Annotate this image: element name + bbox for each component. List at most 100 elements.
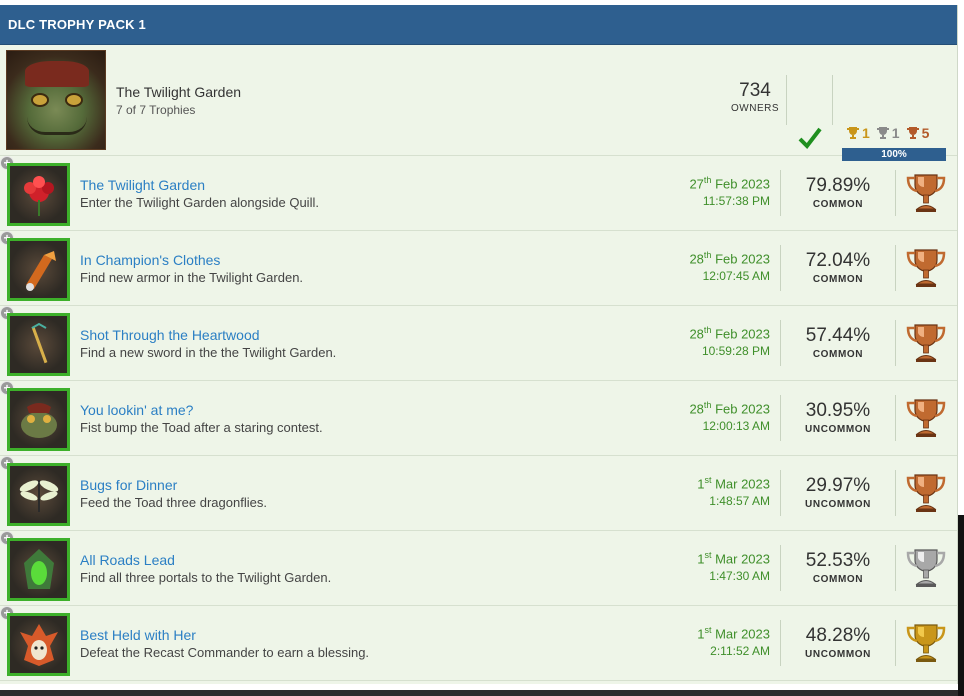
trophy-description: Find a new sword in the the Twilight Gar…: [80, 345, 337, 360]
earned-day-suffix: th: [703, 175, 712, 185]
rarity-percent: 57.44%: [805, 325, 871, 346]
earned-time: 10:59:28 PM: [701, 344, 770, 359]
earned-date: 1st Mar 2023 2:11:52 AM: [697, 625, 770, 658]
trophy-group-summary: The Twilight Garden 7 of 7 Trophies 734 …: [0, 45, 957, 161]
earned-time: 1:47:30 AM: [709, 569, 770, 584]
earned-month-year: Mar 2023: [715, 476, 770, 492]
earned-day-suffix: th: [703, 250, 712, 260]
trophy-rarity: 30.95% UNCOMMON: [796, 400, 880, 435]
rarity-percent: 72.04%: [805, 250, 871, 271]
rarity-percent: 30.95%: [805, 400, 871, 421]
rarity-label: UNCOMMON: [805, 424, 871, 435]
trophy-type-counts: 1 1 5: [846, 125, 929, 141]
bronze-trophy-icon: [906, 127, 919, 139]
rarity-label: UNCOMMON: [805, 499, 871, 510]
trophy-row[interactable]: +Bugs for DinnerFeed the Toad three drag…: [0, 456, 957, 531]
page-bottom-bar: [0, 690, 964, 696]
earned-time: 2:11:52 AM: [710, 644, 770, 659]
rarity-label: COMMON: [812, 574, 864, 585]
trophy-row[interactable]: +In Champion's ClothesFind new armor in …: [0, 231, 957, 306]
trophy-row[interactable]: +Best Held with HerDefeat the Recast Com…: [0, 606, 957, 681]
portal-icon: [23, 548, 54, 589]
trophy-row[interactable]: +The Twilight GardenEnter the Twilight G…: [0, 156, 957, 231]
trophy-image[interactable]: [7, 463, 70, 526]
trophy-rarity: 48.28% UNCOMMON: [796, 625, 880, 660]
earned-month-year: Mar 2023: [715, 626, 770, 642]
trophy-row[interactable]: +You lookin' at me?Fist bump the Toad af…: [0, 381, 957, 456]
trophy-rarity: 29.97% UNCOMMON: [796, 475, 880, 510]
earned-date: 28th Feb 2023 12:00:13 AM: [689, 400, 770, 433]
trophy-row[interactable]: +All Roads LeadFind all three portals to…: [0, 531, 957, 606]
earned-date: 1st Mar 2023 1:47:30 AM: [697, 550, 770, 583]
earned-day-suffix: st: [704, 550, 712, 560]
group-trophy-count: 7 of 7 Trophies: [116, 103, 196, 117]
rarity-percent: 48.28%: [805, 625, 871, 646]
earned-month-year: Mar 2023: [715, 551, 770, 567]
earned-date: 27th Feb 2023 11:57:38 PM: [689, 175, 770, 208]
trophy-image[interactable]: [7, 538, 70, 601]
trophy-description: Find new armor in the Twilight Garden.: [80, 270, 304, 285]
trophy-image[interactable]: [7, 613, 70, 676]
trophy-title-link[interactable]: The Twilight Garden: [80, 177, 205, 193]
earned-day: 28: [689, 326, 704, 342]
owners-stat: 734 OWNERS: [724, 80, 786, 114]
earned-day-suffix: th: [703, 325, 712, 335]
group-name: The Twilight Garden: [116, 84, 242, 100]
rarity-percent: 79.89%: [805, 175, 871, 196]
earned-time: 12:00:13 AM: [702, 419, 770, 434]
trophy-description: Feed the Toad three dragonflies.: [80, 495, 267, 510]
toad-icon: [20, 402, 57, 438]
bronze-trophy-icon: [906, 324, 946, 362]
trophy-pack-panel: DLC TROPHY PACK 1 The Twilight Garden 7 …: [0, 5, 958, 684]
rarity-label: UNCOMMON: [805, 649, 871, 660]
silver-trophy-icon: [876, 127, 889, 139]
earned-month-year: Feb 2023: [715, 251, 770, 267]
trophy-rarity: 79.89% COMMON: [796, 175, 880, 210]
trophy-description: Find all three portals to the Twilight G…: [80, 570, 332, 585]
bronze-trophy-icon: [906, 399, 946, 437]
owners-label: OWNERS: [731, 103, 779, 114]
earned-time: 11:57:38 PM: [702, 194, 770, 209]
earned-day: 28: [689, 401, 704, 417]
bronze-trophy-icon: [906, 474, 946, 512]
trophy-title-link[interactable]: All Roads Lead: [80, 552, 175, 568]
rarity-label: COMMON: [812, 199, 864, 210]
group-cover-icon[interactable]: [6, 50, 106, 150]
trophy-title-link[interactable]: In Champion's Clothes: [80, 252, 220, 268]
trophy-description: Fist bump the Toad after a staring conte…: [80, 420, 323, 435]
rarity-percent: 52.53%: [805, 550, 871, 571]
armor-icon: [25, 250, 56, 291]
trophy-image[interactable]: [7, 163, 70, 226]
earned-date: 28th Feb 2023 10:59:28 PM: [689, 325, 770, 358]
earned-month-year: Feb 2023: [715, 401, 770, 417]
trophy-title-link[interactable]: You lookin' at me?: [80, 402, 193, 418]
trophy-title-link[interactable]: Best Held with Her: [80, 627, 196, 643]
bronze-trophy-icon: [906, 174, 946, 212]
window-edge: [958, 515, 964, 696]
earned-day-suffix: th: [703, 400, 712, 410]
trophy-title-link[interactable]: Shot Through the Heartwood: [80, 327, 260, 343]
trophy-description: Enter the Twilight Garden alongside Quil…: [80, 195, 319, 210]
trophy-image[interactable]: [7, 388, 70, 451]
rarity-percent: 29.97%: [805, 475, 871, 496]
earned-time: 12:07:45 AM: [702, 269, 770, 284]
earned-day: 28: [689, 251, 704, 267]
rarity-label: COMMON: [812, 349, 864, 360]
trophy-row[interactable]: +Shot Through the HeartwoodFind a new sw…: [0, 306, 957, 381]
trophy-list: +The Twilight GardenEnter the Twilight G…: [0, 156, 957, 681]
earned-month-year: Feb 2023: [715, 176, 770, 192]
bronze-count: 5: [906, 125, 929, 141]
earned-day: 27: [689, 176, 704, 192]
earned-day-suffix: st: [704, 625, 712, 635]
dragonfly-icon: [19, 479, 58, 512]
gold-trophy-icon: [847, 127, 859, 139]
bronze-trophy-icon: [906, 249, 946, 287]
trophy-rarity: 52.53% COMMON: [796, 550, 880, 585]
earned-date: 1st Mar 2023 1:48:57 AM: [697, 475, 770, 508]
silver-trophy-icon: [906, 549, 946, 587]
sword-icon: [31, 322, 47, 363]
earned-day-suffix: st: [704, 475, 712, 485]
trophy-image[interactable]: [7, 238, 70, 301]
trophy-image[interactable]: [7, 313, 70, 376]
trophy-title-link[interactable]: Bugs for Dinner: [80, 477, 177, 493]
